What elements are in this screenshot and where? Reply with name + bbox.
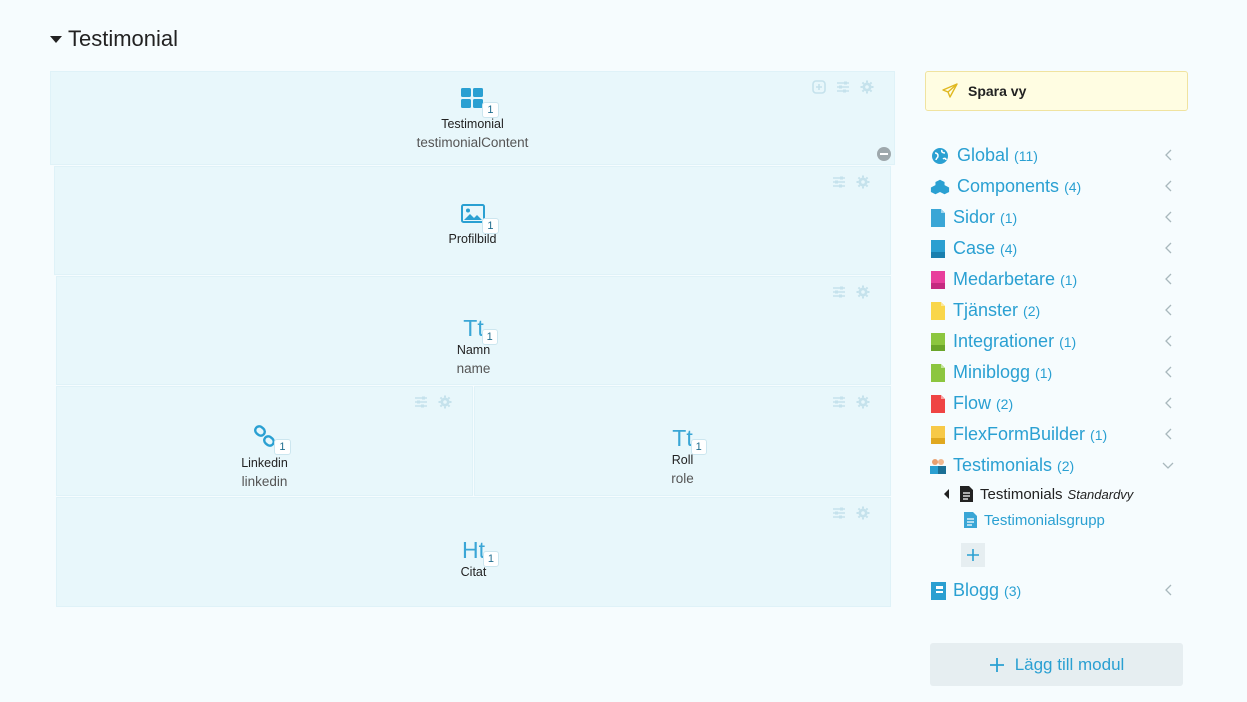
- chevron-left-icon[interactable]: [1164, 180, 1172, 192]
- module-global[interactable]: Global (11): [930, 140, 1180, 171]
- count-badge: 1: [690, 439, 707, 455]
- chevron-left-icon[interactable]: [1164, 584, 1172, 596]
- page-icon: [930, 425, 946, 444]
- count-badge: 1: [482, 551, 499, 567]
- gear-icon[interactable]: [856, 175, 870, 189]
- page-icon: [930, 363, 946, 382]
- module-medarbetare[interactable]: Medarbetare (1): [930, 264, 1180, 295]
- gear-icon[interactable]: [856, 506, 870, 520]
- caret-down-icon: [50, 35, 62, 43]
- document-icon: [960, 486, 973, 502]
- module-list: Global (11) Components (4) Sidor (1) Cas…: [930, 140, 1180, 606]
- sliders-icon[interactable]: [832, 506, 846, 520]
- grid-icon: 1: [460, 88, 499, 118]
- block-toolbar: [414, 395, 452, 409]
- module-testimonials[interactable]: Testimonials (2): [930, 450, 1180, 481]
- gear-icon[interactable]: [856, 285, 870, 299]
- module-flexformbuilder[interactable]: FlexFormBuilder (1): [930, 419, 1180, 450]
- chevron-left-icon[interactable]: [1164, 304, 1172, 316]
- block-toolbar: [832, 175, 870, 189]
- text-icon: Tt 1: [463, 315, 498, 345]
- block-namn[interactable]: Tt 1 Namn name: [56, 276, 891, 385]
- sliders-icon[interactable]: [832, 175, 846, 189]
- gear-icon[interactable]: [856, 395, 870, 409]
- remove-icon[interactable]: [877, 147, 891, 161]
- plus-icon: [989, 657, 1004, 672]
- count-badge: 1: [482, 102, 499, 118]
- save-view-label: Spara vy: [968, 83, 1027, 99]
- field-label: Linkedin: [241, 456, 288, 470]
- gear-icon[interactable]: [438, 395, 452, 409]
- text-icon: Tt 1: [672, 425, 707, 455]
- chevron-left-icon[interactable]: [1164, 397, 1172, 409]
- caret-left-icon: [944, 489, 949, 499]
- page-icon: [930, 301, 946, 320]
- block-linkedin[interactable]: 1 Linkedin linkedin: [56, 386, 473, 496]
- book-icon: [930, 581, 946, 600]
- field-key: linkedin: [241, 474, 288, 489]
- page-icon: [930, 270, 946, 289]
- count-badge: 1: [274, 439, 291, 455]
- field-label: Testimonial: [441, 117, 504, 131]
- field-label: Roll: [671, 453, 694, 467]
- cubes-icon: [930, 178, 950, 196]
- sliders-icon[interactable]: [832, 395, 846, 409]
- chevron-left-icon[interactable]: [1164, 211, 1172, 223]
- chevron-left-icon[interactable]: [1164, 242, 1172, 254]
- save-view-button[interactable]: Spara vy: [925, 71, 1188, 111]
- field-key: name: [456, 361, 491, 376]
- block-toolbar: [832, 285, 870, 299]
- chevron-left-icon[interactable]: [1164, 273, 1172, 285]
- section-toggle[interactable]: Testimonial: [50, 26, 178, 52]
- image-icon: 1: [460, 204, 499, 234]
- view-standardvy[interactable]: Testimonials Standardvy: [930, 481, 1180, 507]
- chevron-left-icon[interactable]: [1164, 149, 1172, 161]
- module-flow[interactable]: Flow (2): [930, 388, 1180, 419]
- block-roll[interactable]: Tt 1 Roll role: [474, 386, 891, 496]
- block-citat[interactable]: Ht 1 Citat: [56, 497, 891, 607]
- people-icon: [930, 457, 946, 475]
- module-tjanster[interactable]: Tjänster (2): [930, 295, 1180, 326]
- field-label: Namn: [456, 343, 491, 357]
- sliders-icon[interactable]: [414, 395, 428, 409]
- page-icon: [930, 332, 946, 351]
- view-testimonialsgrupp[interactable]: Testimonialsgrupp: [930, 507, 1180, 533]
- chevron-left-icon[interactable]: [1164, 335, 1172, 347]
- document-icon: [964, 512, 977, 528]
- sliders-icon[interactable]: [832, 285, 846, 299]
- layout-canvas: 1 Testimonial testimonialContent 1 Profi…: [50, 71, 895, 607]
- add-module-label: Lägg till modul: [1014, 654, 1125, 674]
- chevron-left-icon[interactable]: [1164, 366, 1172, 378]
- block-testimonial[interactable]: 1 Testimonial testimonialContent: [50, 71, 895, 165]
- module-sidor[interactable]: Sidor (1): [930, 202, 1180, 233]
- add-view-button[interactable]: [961, 543, 985, 567]
- module-components[interactable]: Components (4): [930, 171, 1180, 202]
- block-toolbar: [832, 506, 870, 520]
- block-profilbild[interactable]: 1 Profilbild: [54, 166, 891, 275]
- count-badge: 1: [482, 218, 499, 234]
- page-icon: [930, 394, 946, 413]
- module-case[interactable]: Case (4): [930, 233, 1180, 264]
- module-integrationer[interactable]: Integrationer (1): [930, 326, 1180, 357]
- field-key: role: [671, 471, 694, 486]
- globe-icon: [930, 147, 950, 165]
- field-label: Profilbild: [448, 232, 497, 246]
- module-miniblogg[interactable]: Miniblogg (1): [930, 357, 1180, 388]
- chevron-down-icon[interactable]: [1162, 462, 1174, 470]
- html-text-icon: Ht 1: [462, 537, 499, 567]
- page-icon: [930, 208, 946, 227]
- chevron-left-icon[interactable]: [1164, 428, 1172, 440]
- field-key: testimonialContent: [416, 135, 529, 150]
- count-badge: 1: [481, 329, 498, 345]
- field-label: Citat: [460, 565, 487, 579]
- link-icon: 1: [253, 425, 291, 455]
- add-module-button[interactable]: Lägg till modul: [930, 643, 1183, 686]
- paper-plane-icon: [942, 83, 958, 98]
- page-icon: [930, 239, 946, 258]
- block-toolbar: [832, 395, 870, 409]
- module-blogg[interactable]: Blogg (3): [930, 575, 1180, 606]
- plus-icon: [967, 549, 979, 561]
- section-title: Testimonial: [68, 26, 179, 51]
